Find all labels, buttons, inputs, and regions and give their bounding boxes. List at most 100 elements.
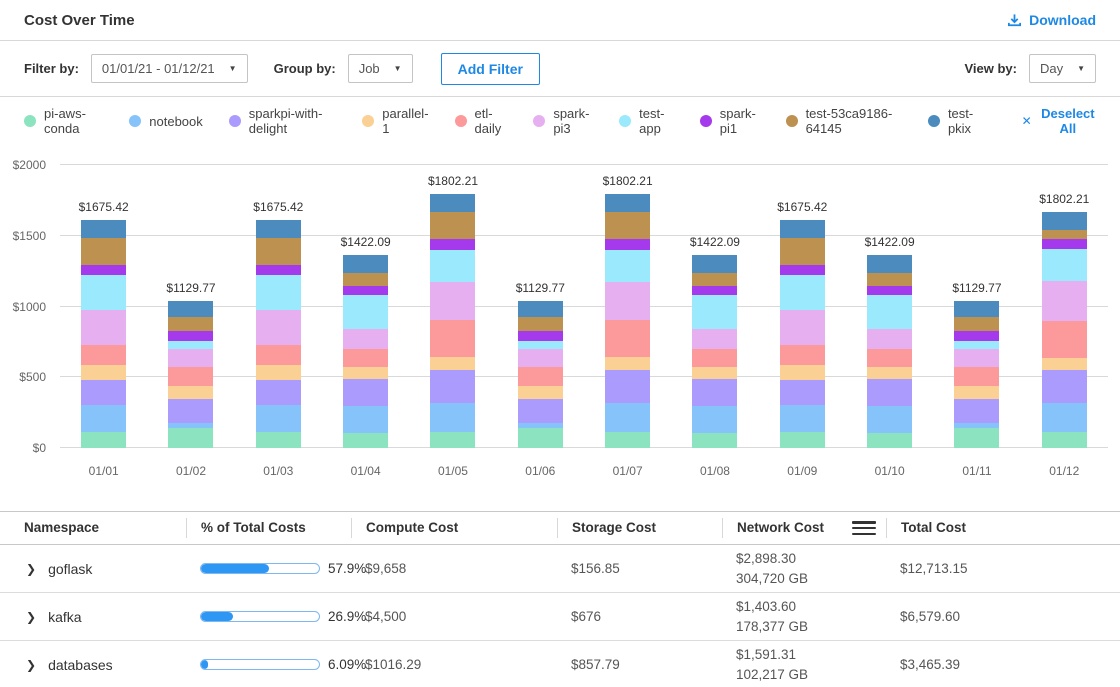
bar-segment-test-app[interactable] [692,295,737,328]
bar-segment-spark-pi3[interactable] [256,310,301,345]
bar-segment-notebook[interactable] [256,405,301,432]
bar-segment-sparkpi-with-delight[interactable] [343,379,388,407]
bar-segment-parallel-1[interactable] [692,367,737,379]
bar-group-01-03[interactable]: $1675.4201/03 [235,165,322,448]
legend-item-pi-aws-conda[interactable]: pi-aws-conda [24,106,103,136]
bar-segment-test-53ca9186-64145[interactable] [343,273,388,286]
bar-segment-test-app[interactable] [780,275,825,310]
bar-segment-pi-aws-conda[interactable] [168,428,213,449]
bar-segment-pi-aws-conda[interactable] [430,432,475,448]
bar-segment-test-app[interactable] [518,341,563,349]
bar-segment-etl-daily[interactable] [867,349,912,367]
bar-segment-pi-aws-conda[interactable] [343,433,388,448]
bar-segment-test-53ca9186-64145[interactable] [518,317,563,331]
column-settings-icon[interactable] [852,521,876,535]
bar-segment-pi-aws-conda[interactable] [256,432,301,448]
column-header-total-cost[interactable]: Total Cost [886,518,1120,538]
bar-segment-spark-pi1[interactable] [954,331,999,341]
bar-segment-spark-pi1[interactable] [867,286,912,295]
bar-group-01-04[interactable]: $1422.0901/04 [322,165,409,448]
bar-segment-test-pkix[interactable] [605,194,650,212]
bar-segment-test-pkix[interactable] [867,255,912,273]
column-header-storage-cost[interactable]: Storage Cost [557,518,722,538]
bar-segment-spark-pi1[interactable] [605,239,650,250]
bar-group-01-11[interactable]: $1129.7701/11 [933,165,1020,448]
legend-item-test-53ca9186-64145[interactable]: test-53ca9186-64145 [786,106,902,136]
legend-item-parallel-1[interactable]: parallel-1 [362,106,428,136]
bar-segment-parallel-1[interactable] [867,367,912,379]
bar-segment-test-app[interactable] [1042,249,1087,280]
bar-segment-test-pkix[interactable] [518,301,563,317]
bar-segment-spark-pi1[interactable] [692,286,737,295]
bar-segment-notebook[interactable] [692,406,737,433]
bar-segment-parallel-1[interactable] [81,365,126,380]
bar-segment-spark-pi1[interactable] [168,331,213,341]
table-row-kafka[interactable]: ❯kafka26.9%$4,500$676$1,403.60178,377 GB… [0,593,1120,641]
bar-segment-etl-daily[interactable] [168,367,213,385]
bar-segment-test-53ca9186-64145[interactable] [1042,230,1087,239]
bar-segment-spark-pi1[interactable] [780,265,825,275]
bar-segment-pi-aws-conda[interactable] [780,432,825,448]
bar-segment-test-pkix[interactable] [692,255,737,273]
bar-segment-spark-pi3[interactable] [605,282,650,320]
bar-segment-notebook[interactable] [1042,403,1087,432]
bar-segment-spark-pi3[interactable] [81,310,126,345]
bar-segment-parallel-1[interactable] [954,386,999,399]
bar-segment-test-53ca9186-64145[interactable] [605,212,650,239]
bar-segment-sparkpi-with-delight[interactable] [605,370,650,403]
column-header-network-cost[interactable]: Network Cost [722,518,886,538]
bar-segment-etl-daily[interactable] [1042,321,1087,358]
bar-segment-test-app[interactable] [168,341,213,349]
expand-chevron-icon[interactable]: ❯ [26,562,36,576]
bar-segment-test-app[interactable] [81,275,126,310]
column-header-percent-total[interactable]: % of Total Costs [186,518,351,538]
bar-segment-etl-daily[interactable] [81,345,126,365]
bar-segment-sparkpi-with-delight[interactable] [954,399,999,423]
bar-segment-parallel-1[interactable] [605,357,650,370]
bar-segment-test-app[interactable] [430,250,475,282]
bar-segment-notebook[interactable] [780,405,825,432]
bar-segment-test-pkix[interactable] [1042,212,1087,230]
bar-segment-notebook[interactable] [81,405,126,432]
bar-segment-test-pkix[interactable] [430,194,475,212]
bar-segment-test-53ca9186-64145[interactable] [168,317,213,331]
bar-segment-spark-pi3[interactable] [168,349,213,368]
legend-item-test-pkix[interactable]: test-pkix [928,106,984,136]
bar-segment-spark-pi1[interactable] [430,239,475,250]
bar-segment-notebook[interactable] [867,406,912,433]
expand-chevron-icon[interactable]: ❯ [26,610,36,624]
bar-segment-sparkpi-with-delight[interactable] [81,380,126,405]
bar-segment-spark-pi3[interactable] [518,349,563,368]
bar-segment-spark-pi1[interactable] [343,286,388,295]
bar-segment-spark-pi3[interactable] [954,349,999,368]
table-row-databases[interactable]: ❯databases6.09%$1016.29$857.79$1,591.311… [0,641,1120,687]
bar-segment-etl-daily[interactable] [605,320,650,357]
bar-segment-test-53ca9186-64145[interactable] [256,238,301,266]
bar-segment-sparkpi-with-delight[interactable] [168,399,213,423]
bar-group-01-07[interactable]: $1802.2101/07 [584,165,671,448]
view-by-dropdown[interactable]: Day ▼ [1029,54,1096,83]
bar-group-01-06[interactable]: $1129.7701/06 [497,165,584,448]
bar-segment-test-app[interactable] [867,295,912,328]
bar-group-01-12[interactable]: $1802.2101/12 [1021,165,1108,448]
bar-segment-etl-daily[interactable] [256,345,301,365]
bar-segment-test-53ca9186-64145[interactable] [692,273,737,286]
bar-group-01-10[interactable]: $1422.0901/10 [846,165,933,448]
bar-segment-test-app[interactable] [256,275,301,310]
bar-segment-etl-daily[interactable] [430,320,475,357]
bar-segment-pi-aws-conda[interactable] [518,428,563,449]
bar-segment-test-53ca9186-64145[interactable] [954,317,999,331]
bar-segment-spark-pi1[interactable] [81,265,126,275]
legend-item-test-app[interactable]: test-app [619,106,674,136]
bar-segment-parallel-1[interactable] [256,365,301,380]
bar-segment-parallel-1[interactable] [168,386,213,399]
bar-group-01-09[interactable]: $1675.4201/09 [759,165,846,448]
bar-segment-test-pkix[interactable] [256,220,301,238]
column-header-namespace[interactable]: Namespace [0,518,186,538]
bar-segment-pi-aws-conda[interactable] [1042,432,1087,448]
bar-segment-pi-aws-conda[interactable] [954,428,999,449]
bar-segment-sparkpi-with-delight[interactable] [1042,370,1087,403]
legend-item-notebook[interactable]: notebook [129,114,203,129]
bar-group-01-02[interactable]: $1129.7701/02 [147,165,234,448]
bar-segment-sparkpi-with-delight[interactable] [692,379,737,407]
